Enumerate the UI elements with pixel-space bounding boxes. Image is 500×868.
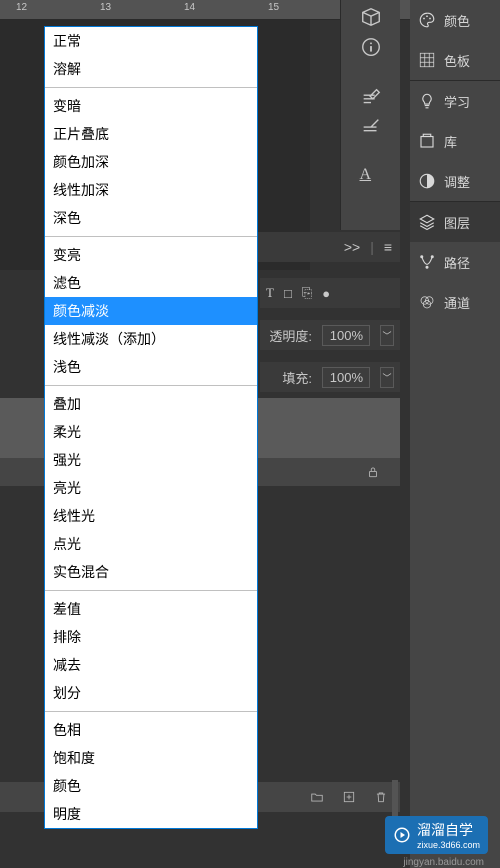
trash-icon[interactable]	[374, 790, 388, 804]
blend-mode-item[interactable]: 线性加深	[45, 176, 257, 204]
layer-type-filters: T □ ⎘ ●	[260, 278, 400, 308]
blend-mode-item[interactable]: 正片叠底	[45, 120, 257, 148]
panel-label: 路径	[444, 253, 470, 272]
panel-color[interactable]: 颜色	[410, 0, 500, 40]
blend-mode-item[interactable]: 排除	[45, 623, 257, 651]
opacity-dropdown-icon[interactable]: ﹀	[380, 325, 394, 346]
right-panels: 颜色 色板 学习 库 调整 图层 路径 通道	[410, 0, 500, 868]
blend-mode-item[interactable]: 点光	[45, 530, 257, 558]
blend-mode-item[interactable]: 颜色减淡	[45, 297, 257, 325]
paths-icon	[418, 253, 436, 271]
opacity-label: 透明度:	[269, 326, 312, 345]
play-icon	[393, 826, 411, 844]
watermark-brand: 溜溜自学	[417, 820, 480, 840]
blend-mode-item[interactable]: 强光	[45, 446, 257, 474]
expand-icon[interactable]: >>	[344, 239, 360, 255]
watermark-sub: zixue.3d66.com	[417, 840, 480, 850]
blend-mode-item[interactable]: 颜色加深	[45, 148, 257, 176]
panel-channels[interactable]: 通道	[410, 282, 500, 322]
type-text-icon[interactable]: T	[266, 285, 274, 301]
adjust-icon	[418, 172, 436, 190]
ruler-tick: 14	[184, 2, 195, 13]
panel-label: 通道	[444, 293, 470, 312]
fill-label: 填充:	[282, 368, 312, 387]
collapsed-panel-icons: A	[340, 0, 400, 230]
type-smart-icon[interactable]: ⎘	[302, 285, 312, 301]
blend-mode-item[interactable]: 线性光	[45, 502, 257, 530]
info-icon[interactable]	[360, 36, 382, 58]
brush-icon[interactable]	[360, 116, 382, 138]
fill-row: 填充: 100% ﹀	[260, 362, 400, 392]
watermark-url: jingyan.baidu.com	[403, 857, 484, 868]
blend-mode-item[interactable]: 饱和度	[45, 744, 257, 772]
swatches-icon	[418, 51, 436, 69]
blend-mode-item[interactable]: 减去	[45, 651, 257, 679]
blend-mode-item[interactable]: 深色	[45, 204, 257, 232]
fill-dropdown-icon[interactable]: ﹀	[380, 367, 394, 388]
blend-mode-item[interactable]: 颜色	[45, 772, 257, 800]
channels-icon	[418, 293, 436, 311]
blend-mode-item[interactable]: 变亮	[45, 241, 257, 269]
blend-mode-item[interactable]: 柔光	[45, 418, 257, 446]
lock-icon[interactable]	[366, 465, 380, 479]
panel-adjustments[interactable]: 调整	[410, 161, 500, 201]
blend-mode-item[interactable]: 正常	[45, 27, 257, 55]
bulb-icon	[418, 92, 436, 110]
panel-label: 色板	[444, 51, 470, 70]
watermark: 溜溜自学 zixue.3d66.com jingyan.baidu.com	[385, 816, 488, 854]
panel-libraries[interactable]: 库	[410, 121, 500, 161]
panel-learn[interactable]: 学习	[410, 81, 500, 121]
panel-swatches[interactable]: 色板	[410, 40, 500, 80]
blend-mode-item[interactable]: 亮光	[45, 474, 257, 502]
brush-settings-icon[interactable]	[360, 86, 382, 108]
panel-label: 学习	[444, 92, 470, 111]
box3d-icon[interactable]	[360, 6, 382, 28]
blend-mode-item[interactable]: 溶解	[45, 55, 257, 83]
ruler-tick: 15	[268, 2, 279, 13]
opacity-row: 透明度: 100% ﹀	[260, 320, 400, 350]
menu-icon[interactable]: ≡	[384, 239, 392, 255]
panel-label: 调整	[444, 172, 470, 191]
blend-mode-item[interactable]: 实色混合	[45, 558, 257, 586]
ruler-tick: 13	[100, 2, 111, 13]
fill-value[interactable]: 100%	[322, 367, 370, 388]
panel-label: 颜色	[444, 11, 470, 30]
blend-mode-item[interactable]: 线性减淡（添加）	[45, 325, 257, 353]
blend-mode-dropdown[interactable]: 正常溶解变暗正片叠底颜色加深线性加深深色变亮滤色颜色减淡线性减淡（添加）浅色叠加…	[44, 26, 258, 829]
blend-mode-item[interactable]: 色相	[45, 716, 257, 744]
panel-label: 库	[444, 132, 457, 151]
ruler-tick: 12	[16, 2, 27, 13]
text-icon[interactable]: A	[360, 166, 382, 188]
type-shape-icon[interactable]: □	[284, 286, 292, 301]
palette-icon	[418, 11, 436, 29]
panel-paths[interactable]: 路径	[410, 242, 500, 282]
blend-mode-item[interactable]: 划分	[45, 679, 257, 707]
blend-mode-item[interactable]: 差值	[45, 595, 257, 623]
folder-icon[interactable]	[310, 790, 324, 804]
new-layer-icon[interactable]	[342, 790, 356, 804]
blend-mode-item[interactable]: 滤色	[45, 269, 257, 297]
blend-mode-item[interactable]: 浅色	[45, 353, 257, 381]
blend-mode-item[interactable]: 叠加	[45, 390, 257, 418]
opacity-value[interactable]: 100%	[322, 325, 370, 346]
panel-label: 图层	[444, 213, 470, 232]
type-fill-icon[interactable]: ●	[322, 286, 330, 301]
layers-icon	[418, 213, 436, 231]
library-icon	[418, 132, 436, 150]
blend-mode-item[interactable]: 明度	[45, 800, 257, 828]
panel-layers[interactable]: 图层	[410, 202, 500, 242]
blend-mode-item[interactable]: 变暗	[45, 92, 257, 120]
